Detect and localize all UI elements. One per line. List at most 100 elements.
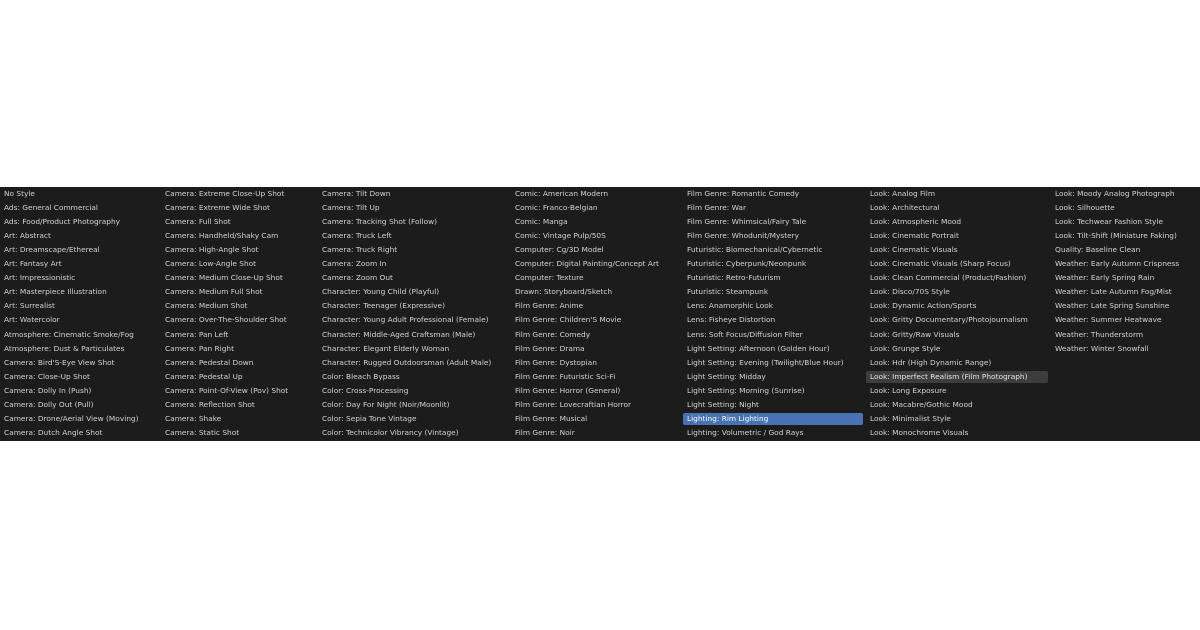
menu-item[interactable]: Character: Teenager (Expressive) [318,300,510,312]
menu-item[interactable]: Lighting: Volumetric / God Rays [683,427,863,439]
menu-item[interactable]: Look: Atmospheric Mood [866,216,1048,228]
menu-item[interactable]: Computer: Cg/3D Model [511,244,682,256]
menu-item[interactable]: Look: Cinematic Portrait [866,230,1048,242]
menu-item[interactable]: Quality: Baseline Clean [1051,244,1199,256]
menu-item[interactable]: Art: Impressionistic [0,272,160,284]
menu-item[interactable]: Film Genre: Noir [511,427,682,439]
menu-item[interactable]: Film Genre: Horror (General) [511,385,682,397]
menu-item[interactable]: Comic: Vintage Pulp/50S [511,230,682,242]
menu-item[interactable]: Character: Young Child (Playful) [318,286,510,298]
menu-item[interactable]: Look: Tilt-Shift (Miniature Faking) [1051,230,1199,242]
menu-item[interactable]: Lighting: Rim Lighting [683,412,863,425]
menu-item[interactable]: Film Genre: Children'S Movie [511,314,682,326]
menu-item[interactable]: Camera: Dolly In (Push) [0,385,160,397]
menu-item[interactable]: Look: Clean Commercial (Product/Fashion) [866,272,1048,284]
menu-item[interactable]: Camera: Tracking Shot (Follow) [318,216,510,228]
menu-item[interactable]: Look: Grunge Style [866,343,1048,355]
menu-item[interactable]: Lens: Soft Focus/Diffusion Filter [683,329,863,341]
menu-item[interactable]: Camera: Pedestal Up [161,371,317,383]
menu-item[interactable]: Film Genre: War [683,202,863,214]
menu-item[interactable]: Look: Hdr (High Dynamic Range) [866,357,1048,369]
menu-item[interactable]: Look: Long Exposure [866,385,1048,397]
menu-item[interactable]: Light Setting: Morning (Sunrise) [683,385,863,397]
menu-item[interactable]: Film Genre: Comedy [511,329,682,341]
menu-item[interactable]: Camera: Reflection Shot [161,399,317,411]
menu-item[interactable]: Color: Cross-Processing [318,385,510,397]
menu-item[interactable]: Camera: Static Shot [161,427,317,439]
menu-item[interactable]: Art: Watercolor [0,314,160,326]
menu-item[interactable]: Camera: Zoom Out [318,272,510,284]
menu-item[interactable]: Art: Masterpiece Illustration [0,286,160,298]
menu-item[interactable]: Look: Cinematic Visuals [866,244,1048,256]
menu-item[interactable]: Light Setting: Night [683,399,863,411]
menu-item[interactable]: Look: Analog Film [866,188,1048,200]
menu-item[interactable]: Camera: Extreme Wide Shot [161,202,317,214]
menu-item[interactable]: Drawn: Storyboard/Sketch [511,286,682,298]
menu-item[interactable]: Look: Disco/70S Style [866,286,1048,298]
menu-item[interactable]: Look: Gritty Documentary/Photojournalism [866,314,1048,326]
menu-item[interactable]: Light Setting: Midday [683,371,863,383]
menu-item[interactable]: Light Setting: Afternoon (Golden Hour) [683,343,863,355]
menu-item[interactable]: Film Genre: Whimsical/Fairy Tale [683,216,863,228]
menu-item[interactable]: Camera: Truck Right [318,244,510,256]
menu-item[interactable]: Look: Dynamic Action/Sports [866,300,1048,312]
menu-item[interactable]: Film Genre: Lovecraftian Horror [511,399,682,411]
menu-item[interactable]: Atmosphere: Cinematic Smoke/Fog [0,329,160,341]
menu-item[interactable]: Weather: Early Autumn Crispness [1051,258,1199,270]
menu-item[interactable]: Camera: Zoom In [318,258,510,270]
menu-item[interactable]: Art: Dreamscape/Ethereal [0,244,160,256]
menu-item[interactable]: Futuristic: Cyberpunk/Neonpunk [683,258,863,270]
menu-item[interactable]: Film Genre: Futuristic Sci-Fi [511,371,682,383]
menu-item[interactable]: Camera: Bird'S-Eye View Shot [0,357,160,369]
menu-item[interactable]: Look: Minimalist Style [866,413,1048,425]
menu-item[interactable]: Camera: Handheld/Shaky Cam [161,230,317,242]
menu-item[interactable]: Camera: Tilt Up [318,202,510,214]
menu-item[interactable]: Camera: Medium Shot [161,300,317,312]
menu-item[interactable]: Weather: Thunderstorm [1051,329,1199,341]
menu-item[interactable]: Computer: Digital Painting/Concept Art [511,258,682,270]
menu-item[interactable]: Camera: Pan Right [161,343,317,355]
menu-item[interactable]: Color: Sepia Tone Vintage [318,413,510,425]
menu-item[interactable]: Character: Rugged Outdoorsman (Adult Mal… [318,357,510,369]
menu-item[interactable]: Camera: Dutch Angle Shot [0,427,160,439]
menu-item[interactable]: Comic: Manga [511,216,682,228]
menu-item[interactable]: Ads: Food/Product Photography [0,216,160,228]
menu-item[interactable]: Camera: Pan Left [161,329,317,341]
menu-item[interactable]: Film Genre: Whodunit/Mystery [683,230,863,242]
menu-item[interactable]: Camera: Close-Up Shot [0,371,160,383]
menu-item[interactable]: Film Genre: Anime [511,300,682,312]
menu-item[interactable]: Weather: Winter Snowfall [1051,343,1199,355]
menu-item[interactable]: Camera: Medium Close-Up Shot [161,272,317,284]
menu-item[interactable]: Film Genre: Romantic Comedy [683,188,863,200]
menu-item[interactable]: Futuristic: Retro-Futurism [683,272,863,284]
menu-item[interactable]: Camera: High-Angle Shot [161,244,317,256]
menu-item[interactable]: Light Setting: Evening (Twilight/Blue Ho… [683,357,863,369]
menu-item[interactable]: Character: Young Adult Professional (Fem… [318,314,510,326]
menu-item[interactable]: Camera: Medium Full Shot [161,286,317,298]
menu-item[interactable]: Camera: Extreme Close-Up Shot [161,188,317,200]
menu-item[interactable]: Look: Silhouette [1051,202,1199,214]
menu-item[interactable]: Comic: Franco-Belgian [511,202,682,214]
menu-item[interactable]: Look: Cinematic Visuals (Sharp Focus) [866,258,1048,270]
menu-item[interactable]: Computer: Texture [511,272,682,284]
menu-item[interactable]: Film Genre: Musical [511,413,682,425]
menu-item[interactable]: Film Genre: Dystopian [511,357,682,369]
menu-item[interactable]: Character: Elegant Elderly Woman [318,343,510,355]
menu-item[interactable]: Futuristic: Biomechanical/Cybernetic [683,244,863,256]
menu-item[interactable]: Art: Abstract [0,230,160,242]
menu-item[interactable]: Camera: Pedestal Down [161,357,317,369]
menu-item[interactable]: Atmosphere: Dust & Particulates [0,343,160,355]
menu-item[interactable]: Camera: Shake [161,413,317,425]
menu-item[interactable]: Camera: Drone/Aerial View (Moving) [0,413,160,425]
menu-item[interactable]: No Style [0,188,160,200]
menu-item[interactable]: Camera: Full Shot [161,216,317,228]
menu-item[interactable]: Look: Macabre/Gothic Mood [866,399,1048,411]
menu-item[interactable]: Film Genre: Drama [511,343,682,355]
menu-item[interactable]: Look: Gritty/Raw Visuals [866,329,1048,341]
menu-item[interactable]: Weather: Early Spring Rain [1051,272,1199,284]
menu-item[interactable]: Weather: Summer Heatwave [1051,314,1199,326]
menu-item[interactable]: Look: Imperfect Realism (Film Photograph… [866,370,1048,383]
menu-item[interactable]: Look: Architectural [866,202,1048,214]
menu-item[interactable]: Comic: American Modern [511,188,682,200]
menu-item[interactable]: Lens: Anamorphic Look [683,300,863,312]
